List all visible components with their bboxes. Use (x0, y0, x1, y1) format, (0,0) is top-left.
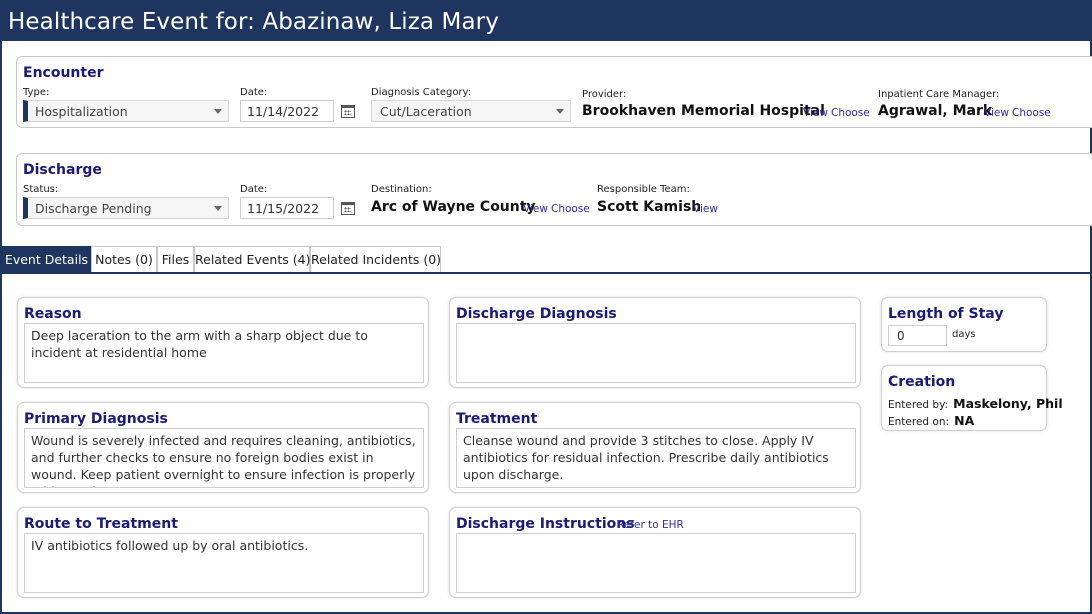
care-manager-choose-link[interactable]: Choose (1012, 107, 1051, 119)
type-select[interactable]: Hospitalization (23, 100, 229, 122)
entered-on-row: Entered on: NA (888, 410, 974, 429)
destination-value: Arc of Wayne County (371, 199, 536, 215)
status-value: Discharge Pending (35, 201, 152, 216)
type-value: Hospitalization (35, 104, 128, 119)
provider-value: Brookhaven Memorial Hospital (582, 103, 825, 119)
team-view-link[interactable]: View (693, 203, 718, 215)
reason-title: Reason (24, 306, 82, 322)
tab-related-events[interactable]: Related Events (4) (194, 246, 310, 272)
provider-choose-link[interactable]: Choose (831, 107, 870, 119)
care-manager-view-link[interactable]: View (984, 107, 1009, 119)
calendar-icon[interactable] (341, 202, 355, 215)
type-label: Type: (23, 87, 50, 98)
length-of-stay-input[interactable]: 0 (888, 325, 947, 346)
entered-on-value: NA (954, 413, 975, 428)
length-of-stay-title: Length of Stay (888, 306, 1004, 322)
team-label: Responsible Team: (597, 184, 690, 195)
refer-to-ehr-link[interactable]: Refer to EHR (617, 519, 684, 531)
care-manager-value: Agrawal, Mark (878, 103, 993, 119)
status-label: Status: (23, 184, 59, 195)
route-to-treatment-textarea[interactable]: IV antibiotics followed up by oral antib… (24, 533, 424, 593)
discharge-panel: Discharge Status: Discharge Pending Date… (16, 153, 1092, 226)
care-manager-label: Inpatient Care Manager: (878, 89, 1000, 100)
destination-label: Destination: (371, 184, 432, 195)
length-of-stay-card: Length of Stay 0 days (881, 297, 1047, 352)
creation-card: Creation Entered by: Maskelony, Phil Ent… (881, 365, 1063, 431)
discharge-instructions-textarea[interactable] (456, 533, 856, 593)
primary-diagnosis-textarea[interactable]: Wound is severely infected and requires … (24, 428, 424, 488)
creation-title: Creation (888, 374, 956, 390)
route-to-treatment-title: Route to Treatment (24, 516, 178, 532)
calendar-icon[interactable] (341, 105, 355, 118)
tab-files[interactable]: Files (157, 246, 194, 272)
diagnosis-category-value: Cut/Laceration (380, 104, 472, 119)
provider-label: Provider: (582, 89, 627, 100)
reason-textarea[interactable]: Deep laceration to the arm with a sharp … (24, 323, 424, 383)
treatment-textarea[interactable]: Cleanse wound and provide 3 stitches to … (456, 428, 856, 488)
encounter-title: Encounter (23, 65, 104, 81)
encounter-date-label: Date: (240, 87, 268, 98)
discharge-diagnosis-card: Discharge Diagnosis (449, 297, 861, 388)
diagnosis-category-label: Diagnosis Category: (371, 87, 472, 98)
destination-choose-link[interactable]: Choose (551, 203, 590, 215)
encounter-panel: Encounter Type: Hospitalization Date: 11… (16, 56, 1092, 128)
discharge-instructions-title: Discharge Instructions (456, 516, 635, 532)
diagnosis-category-select[interactable]: Cut/Laceration (371, 100, 571, 122)
tab-related-incidents[interactable]: Related Incidents (0) (310, 246, 441, 272)
discharge-title: Discharge (23, 162, 102, 178)
treatment-title: Treatment (456, 411, 538, 427)
chevron-down-icon (556, 109, 564, 114)
reason-card: Reason Deep laceration to the arm with a… (17, 297, 429, 388)
entered-on-label: Entered on: (888, 416, 950, 428)
primary-diagnosis-card: Primary Diagnosis Wound is severely infe… (17, 402, 429, 493)
status-select[interactable]: Discharge Pending (23, 197, 229, 219)
route-to-treatment-card: Route to Treatment IV antibiotics follow… (17, 507, 429, 598)
tab-underline (2, 272, 1090, 274)
tab-event-details[interactable]: Event Details (2, 246, 91, 272)
discharge-date-label: Date: (240, 184, 268, 195)
destination-view-link[interactable]: View (523, 203, 548, 215)
team-value: Scott Kamish (597, 199, 702, 215)
primary-diagnosis-title: Primary Diagnosis (24, 411, 168, 427)
discharge-diagnosis-title: Discharge Diagnosis (456, 306, 617, 322)
encounter-date-input[interactable]: 11/14/2022 (240, 100, 334, 122)
discharge-diagnosis-textarea[interactable] (456, 323, 856, 383)
entered-by-value: Maskelony, Phil (953, 396, 1063, 411)
provider-view-link[interactable]: View (803, 107, 828, 119)
treatment-card: Treatment Cleanse wound and provide 3 st… (449, 402, 861, 493)
length-of-stay-unit: days (952, 329, 976, 340)
chevron-down-icon (214, 109, 222, 114)
tab-notes[interactable]: Notes (0) (91, 246, 157, 272)
discharge-date-input[interactable]: 11/15/2022 (240, 197, 334, 219)
discharge-instructions-card: Discharge Instructions Refer to EHR (449, 507, 861, 598)
page-title: Healthcare Event for: Abazinaw, Liza Mar… (0, 0, 1092, 41)
chevron-down-icon (214, 206, 222, 211)
